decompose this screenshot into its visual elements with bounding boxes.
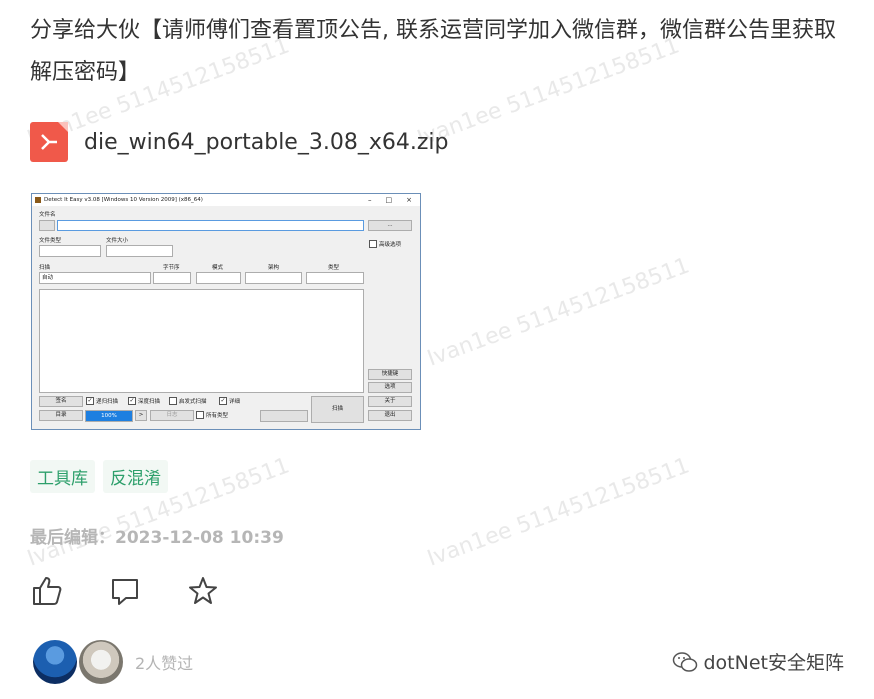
avatar[interactable] (79, 640, 123, 684)
close-icon[interactable]: × (406, 196, 412, 204)
watermark: Ivan1ee 5114512158511 (424, 453, 693, 572)
last-edited: 最后编辑：2023-12-08 10:39 (30, 528, 284, 548)
log-button[interactable]: 日志 (150, 410, 194, 421)
brand-name: dotNet安全矩阵 (703, 652, 845, 674)
tag-list: 工具库 反混淆 (30, 460, 168, 493)
star-icon[interactable] (186, 574, 220, 608)
scan-button[interactable]: 扫描 (311, 396, 364, 423)
shortcuts-button[interactable]: 快捷键 (368, 369, 412, 380)
minimize-icon[interactable]: – (368, 196, 372, 204)
maximize-icon[interactable]: □ (386, 196, 393, 204)
file-type-select[interactable] (39, 245, 101, 257)
action-bar (30, 574, 220, 608)
mode-field (196, 272, 241, 284)
intro-text: 分享给大伙【请师傅们查看置顶公告, 联系运营同学加入微信群，微信群公告里获取解压… (30, 18, 836, 85)
col-endianness: 字节序 (163, 265, 180, 271)
tag-deobfuscation[interactable]: 反混淆 (103, 460, 168, 493)
heuristic-scan-checkbox[interactable]: 启发式扫描 (169, 397, 207, 405)
progress-bar: 100% (85, 410, 133, 422)
attachment[interactable]: die_win64_portable_3.08_x64.zip (30, 122, 448, 162)
arch-field (245, 272, 302, 284)
recursive-scan-checkbox[interactable]: ✓ 递归扫描 (86, 397, 118, 405)
thumbs-up-icon[interactable] (30, 574, 64, 608)
brand: dotNet安全矩阵 (672, 648, 845, 675)
options-button[interactable]: 选项 (368, 382, 412, 393)
type-field (306, 272, 364, 284)
app-screenshot: Detect It Easy v3.08 [Windows 10 Version… (31, 193, 421, 430)
history-button[interactable] (39, 220, 55, 231)
progress-fill: 100% (86, 411, 132, 421)
attachment-filename[interactable]: die_win64_portable_3.08_x64.zip (84, 130, 448, 155)
pdf-like-file-icon (30, 122, 68, 162)
verbose-checkbox[interactable]: ✓ 详细 (219, 397, 240, 405)
col-arch: 架构 (268, 265, 280, 271)
results-panel (39, 289, 364, 393)
likers: 2人赞过 (33, 640, 193, 684)
wechat-icon (672, 651, 697, 672)
app-title: Detect It Easy v3.08 [Windows 10 Version… (44, 197, 203, 203)
blank-button[interactable] (260, 410, 308, 422)
app-icon (35, 197, 41, 203)
file-size-field (106, 245, 173, 257)
app-titlebar: Detect It Easy v3.08 [Windows 10 Version… (32, 194, 420, 206)
signature-button[interactable]: 签名 (39, 396, 83, 407)
browse-button[interactable]: ... (368, 220, 412, 231)
avatar[interactable] (33, 640, 77, 684)
file-size-label: 文件大小 (106, 238, 129, 244)
scan-mode-select[interactable]: 自动 (39, 272, 151, 284)
col-type: 类型 (328, 265, 340, 271)
file-path-input[interactable] (57, 220, 364, 231)
directory-button[interactable]: 目录 (39, 410, 83, 421)
advanced-checkbox[interactable]: 高级选项 (369, 240, 401, 248)
next-button[interactable]: > (135, 410, 147, 421)
file-type-label: 文件类型 (39, 238, 62, 244)
watermark: Ivan1ee 5114512158511 (424, 253, 693, 372)
tag-tool-library[interactable]: 工具库 (30, 460, 95, 493)
endianness-field (153, 272, 191, 284)
col-mode: 模式 (212, 265, 224, 271)
scan-label: 扫描 (39, 265, 51, 271)
about-button[interactable]: 关于 (368, 396, 412, 407)
likes-count[interactable]: 2人赞过 (135, 650, 193, 674)
comment-icon[interactable] (108, 574, 142, 608)
exit-button[interactable]: 退出 (368, 410, 412, 421)
file-name-label: 文件名 (39, 212, 56, 218)
deep-scan-checkbox[interactable]: ✓ 深度扫描 (128, 397, 160, 405)
all-types-checkbox[interactable]: 所有类型 (196, 411, 228, 419)
